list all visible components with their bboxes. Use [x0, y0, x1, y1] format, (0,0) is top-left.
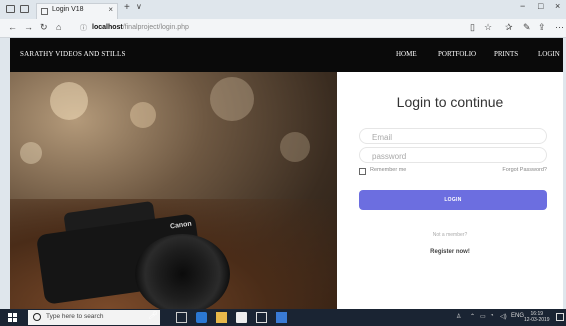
tab-actions-icon[interactable]: [6, 5, 15, 13]
login-button[interactable]: LOGIN: [359, 190, 547, 210]
maximize-button[interactable]: □: [538, 1, 543, 11]
edge-browser-icon[interactable]: [196, 312, 207, 323]
people-icon[interactable]: ♙: [456, 313, 461, 320]
browser-tab-strip: Login V18 × + ∨ − □ ×: [0, 0, 566, 19]
taskbar-search-box[interactable]: Type here to search: [28, 310, 160, 325]
home-icon[interactable]: ⌂: [56, 22, 61, 32]
page-favicon-icon: [41, 8, 48, 15]
hero-camera-photo: Canon: [10, 72, 337, 309]
windows-start-icon[interactable]: [8, 313, 17, 322]
volume-icon[interactable]: ◁): [500, 313, 507, 320]
microphone-icon[interactable]: 🎤︎: [148, 311, 158, 320]
set-aside-tabs-icon[interactable]: [20, 5, 29, 13]
bokeh-light: [130, 102, 156, 128]
forward-arrow-icon[interactable]: →: [24, 22, 33, 32]
login-panel: Login to continue Remember me Forgot Pas…: [337, 72, 563, 309]
more-menu-icon[interactable]: ⋯: [555, 22, 564, 33]
nav-home[interactable]: HOME: [396, 50, 417, 58]
not-member-text: Not a member?: [432, 232, 468, 238]
nav-portfolio[interactable]: PORTFOLIO: [438, 50, 476, 58]
new-tab-icon[interactable]: +: [124, 2, 130, 13]
url-path: /finalproject/login.php: [122, 24, 189, 31]
network-icon[interactable]: ◔: [490, 313, 494, 319]
battery-icon[interactable]: ▭: [480, 313, 486, 320]
language-indicator[interactable]: ENG: [511, 313, 524, 319]
tab-close-icon[interactable]: ×: [108, 5, 113, 14]
remember-me-label[interactable]: Remember me: [370, 167, 406, 173]
task-view-icon[interactable]: [176, 312, 187, 323]
favorites-hub-icon[interactable]: ✰: [505, 22, 513, 33]
notes-pen-icon[interactable]: ✎: [523, 22, 531, 33]
clock-date: 12-03-2019: [524, 317, 550, 323]
screen: Login V18 × + ∨ − □ × ← → ↻ ⌂ ⓘ localhos…: [0, 0, 566, 326]
taskbar-search-placeholder: Type here to search: [46, 313, 104, 320]
login-title: Login to continue: [396, 94, 504, 110]
tab-title: Login V18: [52, 6, 84, 13]
camera-lens: [135, 234, 230, 309]
browser-tab[interactable]: Login V18 ×: [36, 3, 118, 19]
register-link[interactable]: Register now!: [337, 249, 563, 255]
refresh-icon[interactable]: ↻: [40, 22, 48, 33]
nav-login[interactable]: LOGIN: [538, 50, 560, 58]
close-window-button[interactable]: ×: [555, 1, 560, 11]
minimize-button[interactable]: −: [520, 1, 525, 11]
action-center-icon[interactable]: [556, 313, 564, 321]
url-text: localhost/finalproject/login.php: [92, 24, 189, 31]
email-field[interactable]: [359, 128, 547, 144]
nav-prints[interactable]: PRINTS: [494, 50, 518, 58]
photos-icon[interactable]: [276, 312, 287, 323]
site-info-icon[interactable]: ⓘ: [80, 23, 87, 33]
site-header: SARATHY VIDEOS AND STILLS HOME PORTFOLIO…: [10, 38, 563, 72]
mail-icon[interactable]: [256, 312, 267, 323]
file-explorer-icon[interactable]: [216, 312, 227, 323]
bokeh-light: [50, 82, 88, 120]
windows-taskbar: Type here to search 🎤︎ ♙ ⌃ ▭ ◔ ◁) ENG 16…: [0, 309, 566, 326]
tab-list-chevron-icon[interactable]: ∨: [136, 2, 142, 11]
reading-view-icon[interactable]: ▯: [470, 22, 475, 33]
cortana-circle-icon: [33, 313, 41, 321]
password-field[interactable]: [359, 147, 547, 163]
store-icon[interactable]: [236, 312, 247, 323]
remember-me-checkbox[interactable]: [359, 168, 366, 175]
bokeh-light: [210, 77, 254, 121]
browser-toolbar: ← → ↻ ⌂ ⓘ localhost/finalproject/login.p…: [0, 19, 566, 38]
url-host: localhost: [92, 24, 123, 31]
bokeh-light: [20, 142, 42, 164]
favorite-star-icon[interactable]: ☆: [484, 22, 492, 33]
share-icon[interactable]: ⇪: [538, 22, 546, 33]
tray-chevron-icon[interactable]: ⌃: [470, 313, 475, 320]
site-brand[interactable]: SARATHY VIDEOS AND STILLS: [20, 50, 126, 58]
address-bar[interactable]: ⓘ localhost/finalproject/login.php: [80, 21, 500, 35]
forgot-password-link[interactable]: Forgot Password?: [502, 167, 547, 173]
taskbar-clock[interactable]: 16:19 12-03-2019: [524, 311, 550, 323]
bokeh-light: [280, 132, 310, 162]
back-arrow-icon[interactable]: ←: [8, 22, 17, 32]
